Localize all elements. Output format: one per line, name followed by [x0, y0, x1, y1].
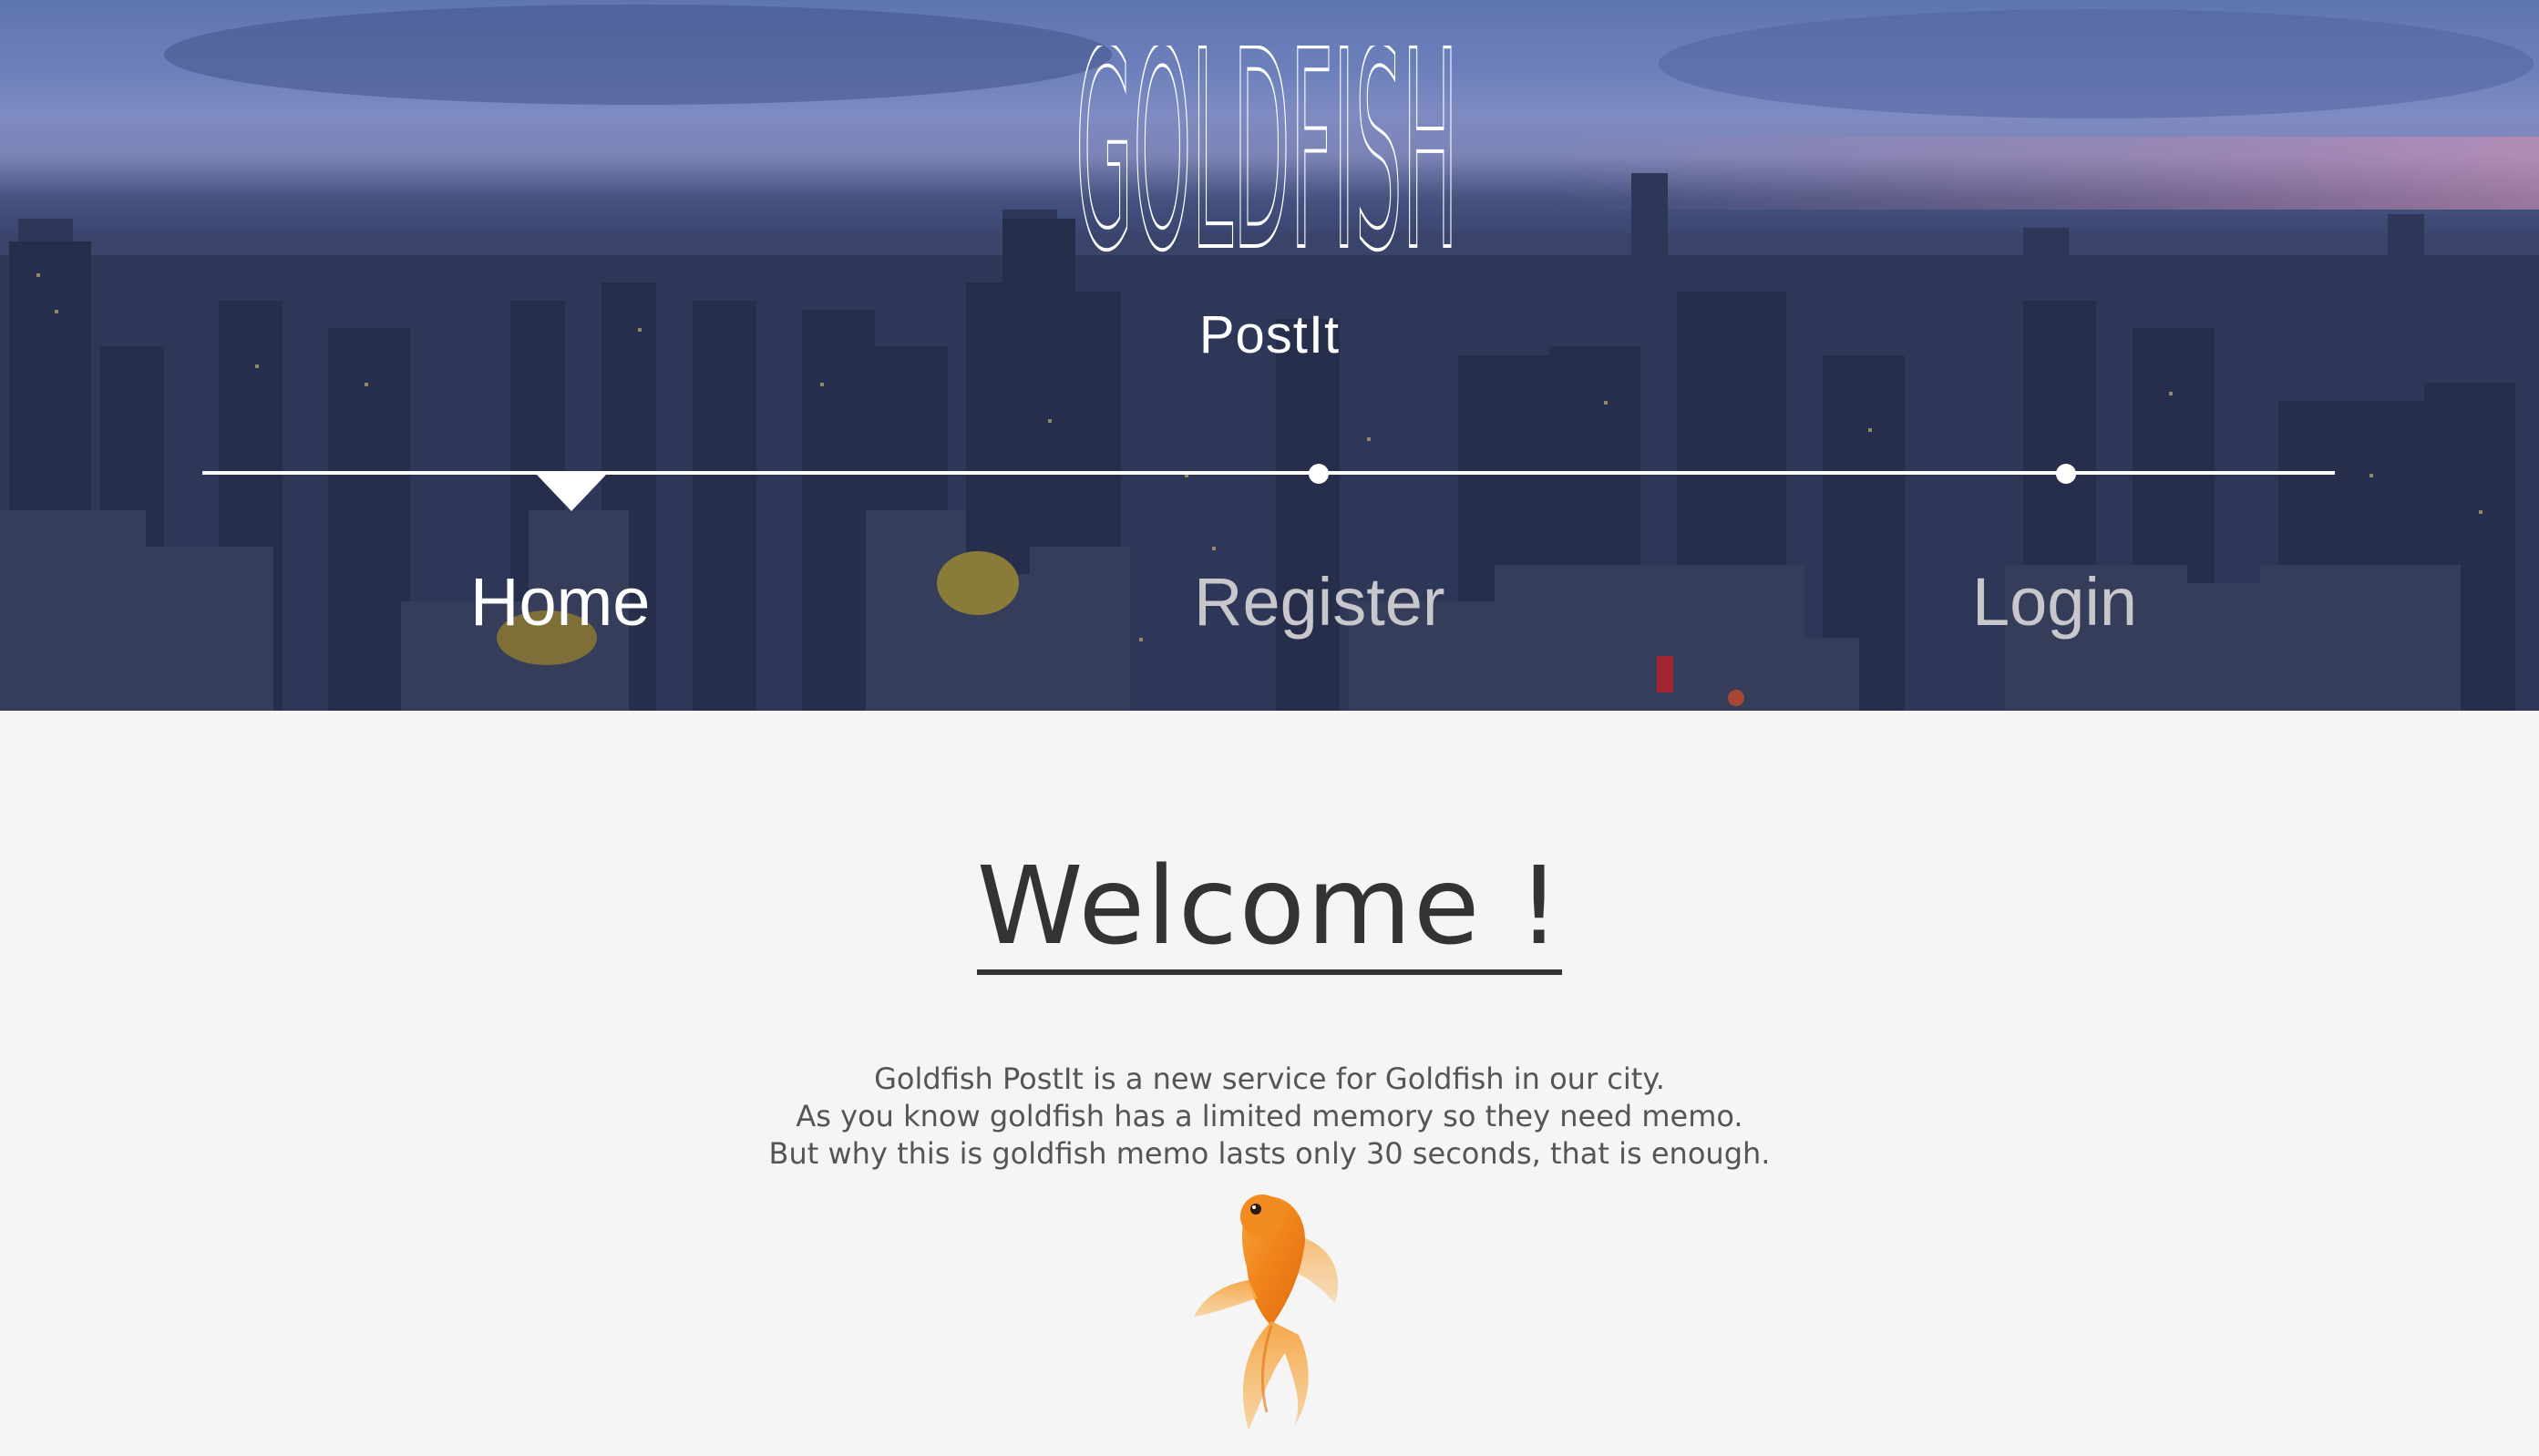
intro-line: Goldfish PostIt is a new service for Gol…: [874, 1061, 1665, 1096]
nav-login-link[interactable]: Login: [1972, 563, 2137, 641]
nav-dot-register: [1309, 464, 1329, 484]
welcome-heading: Welcome !: [0, 846, 2539, 975]
hero-banner: GOLDFISH PostIt Home Register Login: [0, 0, 2539, 711]
welcome-heading-text: Welcome !: [976, 846, 1563, 975]
site-subtitle: PostIt: [1198, 305, 1341, 364]
logo-wordmark: GOLDFISH: [1075, 46, 1458, 264]
nav-home-link[interactable]: Home: [470, 563, 650, 641]
intro-paragraph: Goldfish PostIt is a new service for Gol…: [0, 1061, 2539, 1173]
nav-register-link[interactable]: Register: [1194, 563, 1445, 641]
active-nav-pointer: [537, 475, 606, 511]
nav-dot-login: [2056, 464, 2076, 484]
intro-line: But why this is goldfish memo lasts only…: [768, 1136, 1771, 1171]
goldfish-image: [1194, 1195, 1338, 1430]
intro-line: As you know goldfish has a limited memor…: [796, 1099, 1743, 1133]
nav-timeline-line: [202, 471, 2335, 475]
goldfish-logo[interactable]: GOLDFISH: [1066, 46, 1467, 264]
